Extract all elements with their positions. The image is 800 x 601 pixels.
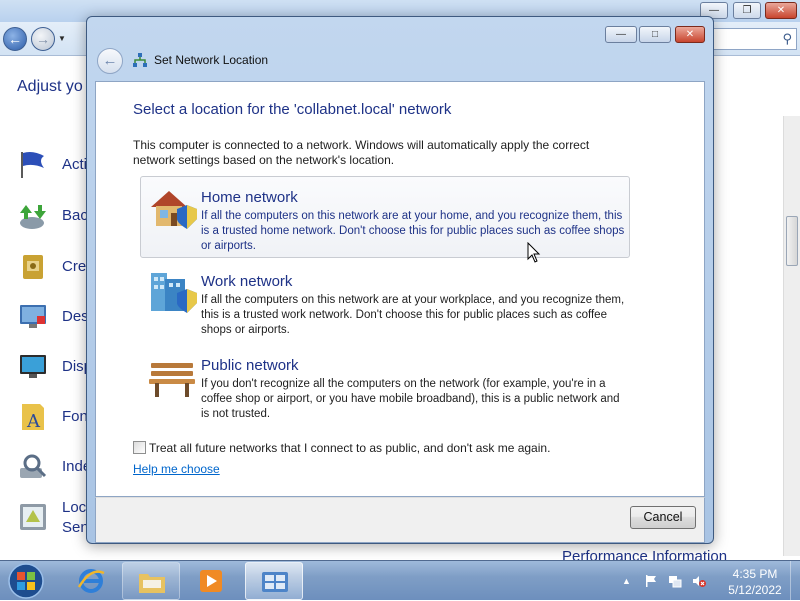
control-panel-icon (262, 572, 288, 592)
clock-time[interactable]: 4:35 PM (720, 567, 790, 581)
option-work-network[interactable]: Work network If all the computers on thi… (140, 260, 630, 342)
option-public-network[interactable]: Public network If you don't recognize al… (140, 344, 630, 426)
option-description: If all the computers on this network are… (201, 294, 625, 336)
option-home-network[interactable]: Home network If all the computers on thi… (140, 176, 630, 258)
svg-text:A: A (26, 411, 41, 432)
scrollbar-thumb[interactable] (786, 216, 798, 266)
option-title: Work network (201, 273, 293, 290)
item-label: Bac (62, 207, 88, 224)
dialog-maximize-button[interactable]: □ (639, 26, 671, 43)
option-description: If you don't recognize all the computers… (201, 378, 620, 420)
search-input[interactable]: ⚲ (713, 28, 797, 50)
item-label: Cre (62, 258, 87, 275)
recent-pages-dropdown-icon[interactable]: ▼ (58, 34, 66, 43)
dialog-close-button[interactable]: ✕ (675, 26, 705, 43)
work-network-icon (151, 273, 197, 313)
location-icon (20, 504, 46, 530)
taskbar-internet-explorer[interactable] (62, 562, 120, 600)
action-center-flag-icon[interactable] (644, 574, 658, 588)
back-arrow-icon[interactable]: ← (3, 27, 27, 51)
clock-date[interactable]: 5/12/2022 (720, 583, 790, 597)
network-icon (133, 53, 147, 67)
taskbar-control-panel[interactable] (245, 562, 303, 600)
page-title: Select a location for the 'collabnet.loc… (133, 101, 452, 118)
item-label: Fon (62, 408, 88, 425)
desktop-gadgets-icon (20, 305, 46, 328)
taskbar-media-player[interactable] (182, 562, 240, 600)
page-heading: Adjust yo (17, 78, 83, 95)
credential-icon (23, 255, 43, 279)
system-tray: ▲ 4:35 PM 5/12/2022 (616, 561, 800, 601)
indexing-icon (20, 454, 47, 478)
intro-text: This computer is connected to a network.… (133, 138, 590, 167)
public-networks-checkbox[interactable] (133, 441, 146, 454)
option-description: If all the computers on this network are… (201, 210, 625, 252)
back-arrow-icon[interactable]: ← (97, 48, 123, 74)
taskbar-windows-explorer[interactable] (122, 562, 180, 600)
restore-button[interactable]: ❐ (733, 2, 761, 19)
media-player-icon (200, 570, 222, 592)
home-network-icon (151, 191, 197, 229)
scrollbar[interactable] (783, 116, 800, 556)
dialog-title: Set Network Location (154, 53, 269, 67)
set-network-location-dialog: — □ ✕ ← Set Network Location Select a lo… (86, 16, 714, 544)
display-icon (20, 355, 46, 378)
fonts-icon: A (22, 404, 44, 432)
show-hidden-icons-icon[interactable]: ▲ (622, 574, 636, 588)
close-button[interactable]: ✕ (765, 2, 797, 19)
folder-icon (139, 574, 165, 593)
dialog-footer: Cancel (95, 497, 705, 543)
cancel-button[interactable]: Cancel (630, 506, 696, 529)
network-status-icon[interactable] (668, 574, 682, 588)
forward-arrow-icon[interactable]: → (31, 27, 55, 51)
volume-muted-icon[interactable] (692, 574, 706, 588)
flag-icon (21, 152, 44, 178)
item-label: Des (62, 308, 89, 325)
dialog-minimize-button[interactable]: — (605, 26, 637, 43)
taskbar: ▲ 4:35 PM 5/12/2022 (0, 560, 800, 601)
dialog-header: ← Set Network Location (95, 47, 705, 79)
checkbox-label[interactable]: Treat all future networks that I connect… (149, 441, 550, 455)
show-desktop-button[interactable] (790, 561, 800, 601)
help-me-choose-link[interactable]: Help me choose (133, 462, 220, 476)
item-label: Sen (62, 519, 89, 536)
public-network-icon (149, 363, 195, 397)
backup-icon (20, 205, 46, 229)
search-icon: ⚲ (782, 31, 792, 46)
mouse-pointer-icon (527, 242, 541, 263)
option-title: Home network (201, 189, 298, 206)
start-button[interactable] (4, 562, 48, 600)
option-title: Public network (201, 357, 299, 374)
item-label: Loc (62, 499, 87, 516)
dialog-content: Select a location for the 'collabnet.loc… (95, 81, 705, 497)
item-label: Acti (62, 156, 88, 173)
internet-explorer-icon (77, 569, 105, 593)
